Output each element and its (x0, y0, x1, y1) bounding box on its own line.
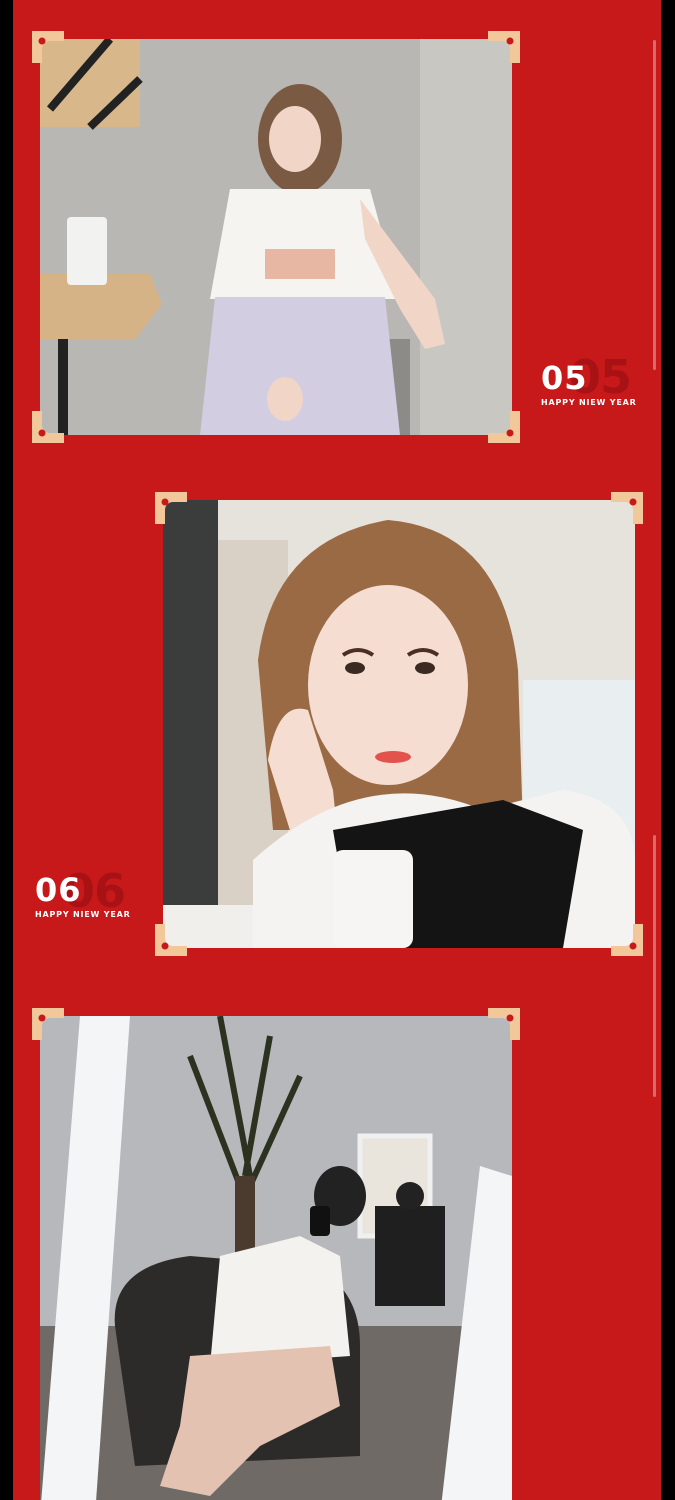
photo-05-image (40, 39, 512, 435)
scrollbar-thumb[interactable] (653, 40, 656, 370)
entry-number: 06 (35, 871, 82, 909)
scrollbar-thumb[interactable] (653, 835, 656, 1097)
corner-ornament-icon (488, 411, 520, 443)
entry-caption: HAPPY NIEW YEAR (35, 910, 131, 919)
photo-07 (40, 1016, 512, 1500)
photo-07-image (40, 1016, 512, 1500)
corner-ornament-icon (155, 492, 187, 524)
corner-ornament-icon (611, 492, 643, 524)
photo-card-07[interactable] (32, 1008, 520, 1500)
entry-caption: HAPPY NIEW YEAR (541, 398, 637, 407)
corner-ornament-icon (611, 924, 643, 956)
corner-ornament-icon (32, 411, 64, 443)
photo-card-05[interactable] (32, 31, 520, 443)
page-canvas: 05 05 HAPPY NIEW YEAR 06 06 HAPPY NIEW Y… (13, 0, 661, 1500)
entry-badge-06: 06 06 HAPPY NIEW YEAR (35, 868, 131, 919)
corner-ornament-icon (155, 924, 187, 956)
corner-ornament-icon (32, 1008, 64, 1040)
photo-card-06[interactable] (155, 492, 643, 956)
photo-05 (40, 39, 512, 435)
corner-ornament-icon (488, 1008, 520, 1040)
corner-ornament-icon (32, 31, 64, 63)
photo-06 (163, 500, 635, 948)
corner-ornament-icon (488, 31, 520, 63)
entry-badge-05: 05 05 HAPPY NIEW YEAR (541, 354, 637, 407)
entry-number: 05 (541, 359, 588, 397)
photo-06-image (163, 500, 635, 948)
